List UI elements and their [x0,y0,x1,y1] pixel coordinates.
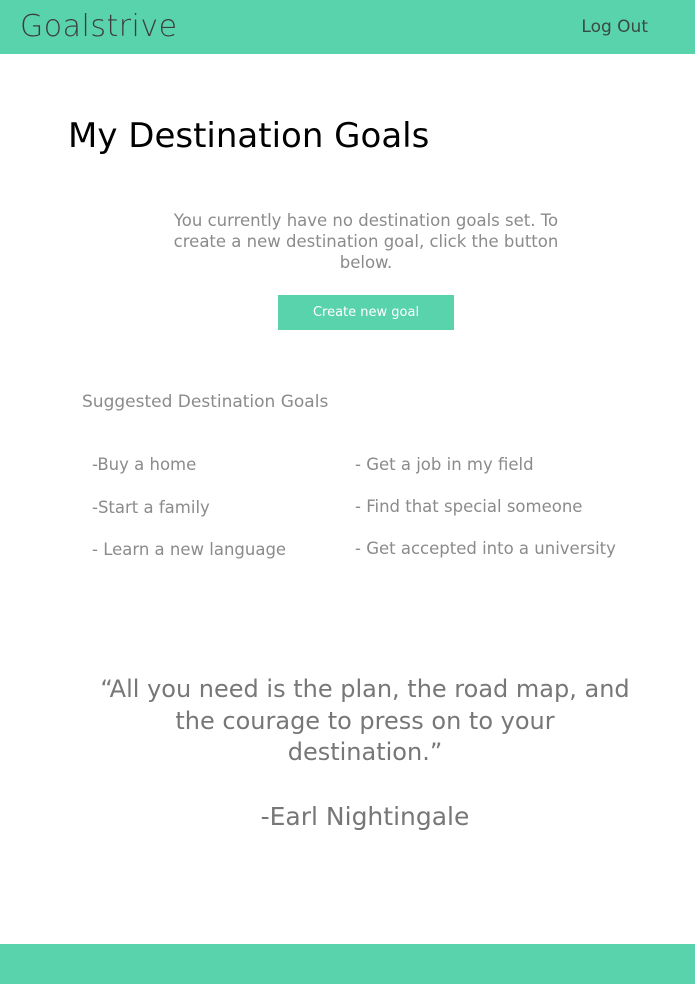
suggested-goal-item: - Get accepted into a university [355,539,616,558]
logo[interactable]: Goalstrive [20,8,178,46]
page-title: My Destination Goals [68,116,430,156]
suggested-goal-item: -Buy a home [92,455,197,474]
logout-link[interactable]: Log Out [581,17,648,37]
suggested-goal-item: -Start a family [92,498,210,517]
footer-bar [0,944,695,984]
header-bar: Goalstrive Log Out [0,0,695,54]
quote-text: “All you need is the plan, the road map,… [100,675,630,766]
suggested-goal-item: - Learn a new language [92,540,287,559]
quote-author: -Earl Nightingale [260,802,470,831]
suggested-goals-heading: Suggested Destination Goals [82,392,329,412]
create-goal-button[interactable]: Create new goal [278,295,454,330]
empty-goals-message: You currently have no destination goals … [173,211,559,272]
suggested-goal-item: - Find that special someone [355,497,583,516]
suggested-goal-item: - Get a job in my field [355,455,534,474]
